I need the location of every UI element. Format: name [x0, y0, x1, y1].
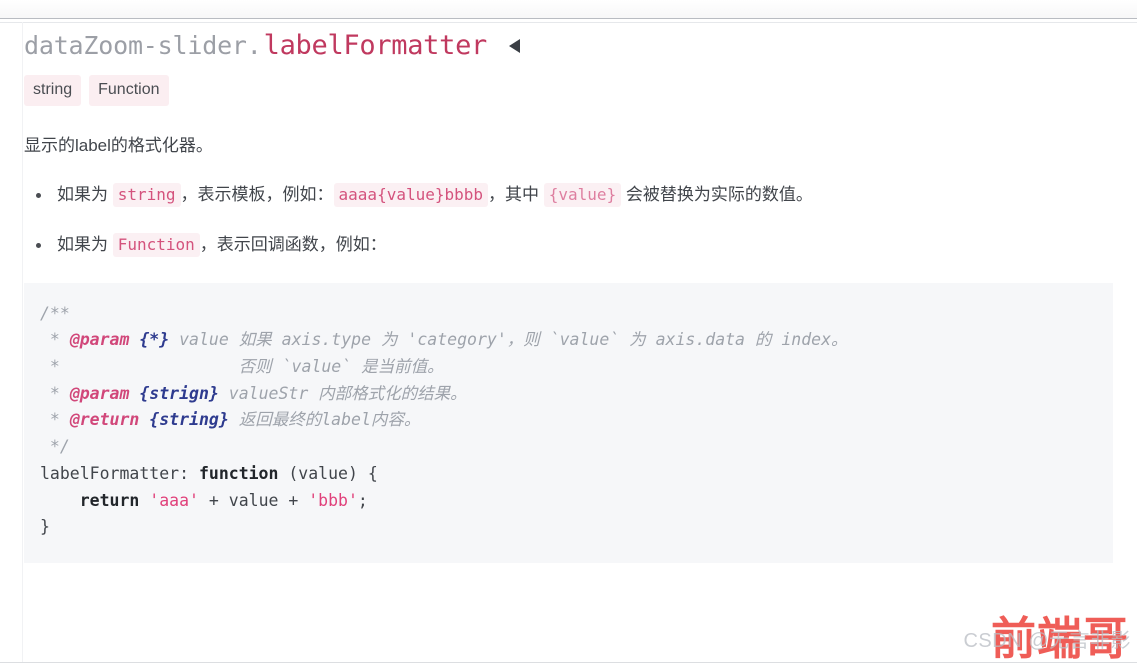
description-text: 显示的label的格式化器。	[24, 136, 213, 155]
code-token: value 如果 axis.type 为 'category'，则 `value…	[169, 330, 848, 350]
code-example-block: /** * @param {*} value 如果 axis.type 为 'c…	[24, 282, 1113, 563]
code-token: return	[79, 490, 140, 510]
list-item: 如果为 Function ，表示回调函数，例如：	[24, 232, 1113, 258]
code-token: + value +	[198, 490, 309, 510]
code-token: valueStr 内部格式化的结果。	[218, 383, 467, 403]
code-token: }	[40, 517, 50, 537]
code-token: @return	[69, 410, 140, 430]
code-token: /**	[40, 303, 70, 323]
code-token: 返回最终的label内容。	[228, 410, 421, 430]
code-token: @param	[69, 330, 130, 350]
code-token: {string}	[149, 410, 229, 430]
triangle-left-icon[interactable]	[507, 37, 523, 55]
code-token: ;	[357, 490, 368, 510]
documentation-page: dataZoom-slider. labelFormatter string F…	[0, 0, 1137, 663]
code-token: *	[40, 383, 70, 403]
bullet-rich-text: 如果为 Function ，表示回调函数，例如：	[57, 233, 387, 257]
code-token: function	[198, 463, 279, 483]
code-token: *	[40, 410, 70, 430]
code-token: @param	[69, 383, 130, 403]
watermark-sub-text: CSDN @无言非影	[963, 630, 1131, 652]
type-badge-string: string	[24, 75, 82, 106]
title-property: labelFormatter	[263, 30, 488, 61]
code-token: {strign}	[139, 383, 219, 403]
page-top-shade	[0, 0, 1137, 18]
left-gutter-rule	[22, 22, 23, 663]
type-badge-list: string Function	[24, 75, 1113, 106]
description-bullet-list: 如果为 string ，表示模板，例如： aaaa{value}bbbb ，其中 {v…	[24, 182, 1113, 258]
inline-code: {value}	[543, 182, 622, 207]
code-token: {*}	[139, 330, 170, 350]
doc-content: dataZoom-slider. labelFormatter string F…	[24, 26, 1113, 579]
code-token: */	[40, 437, 70, 457]
header-divider-secondary	[0, 22, 1137, 23]
inline-code: aaaa{value}bbbb	[333, 182, 489, 207]
code-token: * 否则 `value` 是当前值。	[40, 356, 444, 376]
page-title: dataZoom-slider. labelFormatter	[24, 26, 1113, 61]
list-item: 如果为 string ，表示模板，例如： aaaa{value}bbbb ，其中 {v…	[24, 182, 1113, 208]
code-token: *	[40, 330, 70, 350]
code-token: (value) {	[278, 463, 378, 483]
type-badge-function: Function	[89, 75, 169, 106]
bullet-rich-text: 如果为 string ，表示模板，例如： aaaa{value}bbbb ，其中 {v…	[57, 182, 813, 207]
title-namespace: dataZoom-slider.	[24, 31, 262, 60]
code-token: 'aaa'	[149, 490, 199, 510]
code-token: 'bbb'	[308, 490, 358, 510]
inline-code: string	[112, 182, 181, 207]
inline-code: Function	[112, 233, 200, 257]
header-divider-primary	[0, 18, 1137, 19]
code-token: labelFormatter:	[40, 463, 199, 483]
